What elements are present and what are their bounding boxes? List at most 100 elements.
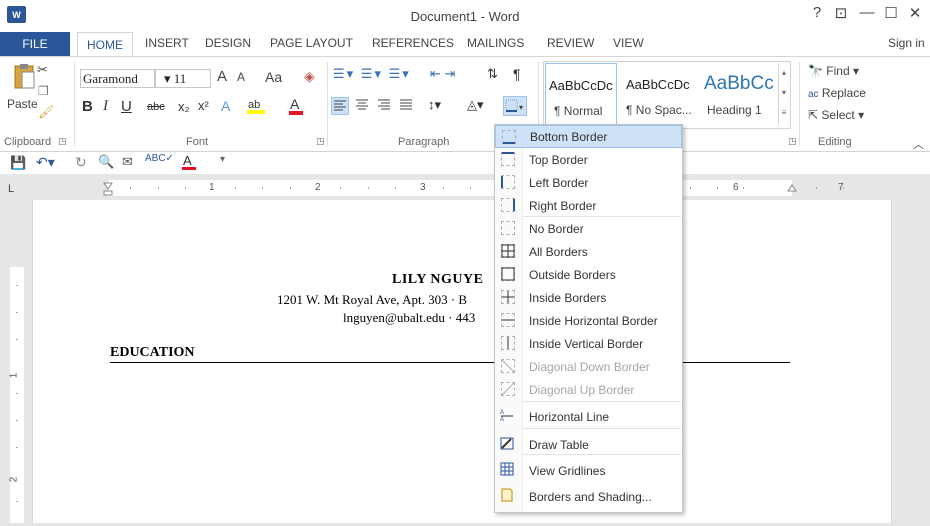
- sort-icon[interactable]: ⇅: [487, 66, 498, 82]
- help-icon[interactable]: ?: [806, 4, 828, 21]
- collapse-ribbon-icon[interactable]: ︿: [913, 136, 924, 152]
- undo-icon[interactable]: ↶▾: [36, 154, 55, 171]
- styles-launcher-icon[interactable]: ◳: [788, 136, 797, 147]
- paste-button[interactable]: Paste: [7, 97, 38, 111]
- style-no-spacing-sample: AaBbCcDc: [626, 77, 690, 92]
- group-separator: [327, 62, 328, 146]
- tab-file[interactable]: FILE: [0, 32, 70, 56]
- text-effects-icon[interactable]: A: [221, 98, 230, 114]
- text-highlight-icon[interactable]: ab: [246, 96, 266, 116]
- tab-references[interactable]: REFERENCES: [372, 36, 454, 50]
- horizontal-ruler[interactable]: [30, 180, 890, 196]
- paragraph-list-buttons[interactable]: ☰▾ ☰▾ ☰▾: [333, 66, 411, 82]
- menu-item-right-border[interactable]: Right Border: [495, 194, 682, 217]
- menu-item-top-border[interactable]: Top Border: [495, 148, 682, 171]
- menu-separator: [523, 454, 681, 455]
- redo-icon[interactable]: ↻: [75, 154, 87, 171]
- menu-item-draw-table[interactable]: Draw Table: [495, 433, 682, 456]
- style-heading-1-label: Heading 1: [707, 103, 762, 117]
- italic-button[interactable]: I: [103, 98, 108, 115]
- format-painter-icon[interactable]: 🖌: [38, 104, 55, 120]
- menu-item-horizontal-line[interactable]: A A Horizontal Line: [495, 405, 682, 428]
- align-left-button[interactable]: [331, 97, 349, 115]
- menu-item-inside-vertical-border[interactable]: Inside Vertical Border: [495, 332, 682, 355]
- menu-item-all-borders[interactable]: All Borders: [495, 240, 682, 263]
- align-right-icon[interactable]: [376, 97, 394, 115]
- find-button[interactable]: 🔭 Find ▾: [808, 64, 859, 78]
- styles-scroll[interactable]: ▴ ▾ ≡: [778, 63, 789, 125]
- customize-qat-icon[interactable]: ▾: [220, 154, 225, 165]
- subscript-icon[interactable]: x₂: [178, 99, 190, 114]
- strikethrough-button[interactable]: abc: [147, 101, 165, 113]
- editing-group-label: Editing: [818, 136, 852, 148]
- sign-in-link[interactable]: Sign in: [888, 36, 925, 50]
- vruler-number: 1: [8, 372, 20, 379]
- copy-icon[interactable]: ❐: [38, 84, 49, 98]
- select-button[interactable]: ⇱ Select ▾: [808, 108, 864, 122]
- menu-item-left-border[interactable]: Left Border: [495, 171, 682, 194]
- qat-font-color-icon[interactable]: A: [181, 152, 197, 172]
- font-name-combo[interactable]: Garamond: [80, 69, 155, 88]
- bold-button[interactable]: B: [82, 98, 93, 115]
- menu-separator: [523, 216, 681, 217]
- indent-buttons[interactable]: ⇤ ⇥: [430, 66, 455, 82]
- line-spacing-icon[interactable]: ↕▾: [428, 97, 441, 113]
- tab-home[interactable]: HOME: [77, 32, 133, 56]
- maximize-button[interactable]: ☐: [880, 4, 902, 22]
- style-heading-1-sample: AaBbCc: [704, 73, 774, 94]
- tab-mailings[interactable]: MAILINGS: [467, 36, 524, 50]
- tab-insert[interactable]: INSERT: [145, 36, 189, 50]
- borders-menu: Bottom Border Top Border Left Border Right …: [494, 124, 683, 513]
- style-normal[interactable]: AaBbCcDc ¶ Normal: [545, 63, 617, 125]
- grow-font-button[interactable]: A: [217, 68, 227, 85]
- justify-icon[interactable]: [398, 97, 416, 115]
- cut-icon[interactable]: ✂: [37, 62, 48, 78]
- find-icon: 🔭: [808, 64, 823, 78]
- menu-item-borders-and-shading[interactable]: Borders and Shading...: [495, 485, 682, 508]
- resume-name: LILY NGUYE: [392, 272, 484, 287]
- change-case-button[interactable]: Aa: [265, 69, 282, 85]
- borders-dropdown-button[interactable]: ▾: [503, 96, 527, 116]
- menu-separator: [523, 401, 681, 402]
- ribbon-display-options-icon[interactable]: ⊡: [830, 4, 852, 22]
- email-icon[interactable]: ✉: [122, 154, 133, 170]
- print-preview-icon[interactable]: 🔍: [98, 154, 114, 170]
- save-icon[interactable]: 💾: [10, 155, 26, 171]
- menu-item-inside-borders[interactable]: Inside Borders: [495, 286, 682, 309]
- font-color-icon[interactable]: A: [288, 96, 304, 116]
- tab-selector[interactable]: L: [8, 183, 14, 195]
- font-launcher-icon[interactable]: ◳: [316, 136, 325, 147]
- shading-icon[interactable]: ◬▾: [467, 97, 484, 113]
- paste-icon[interactable]: [12, 62, 38, 92]
- minimize-button[interactable]: —: [856, 4, 878, 21]
- tab-view[interactable]: VIEW: [613, 36, 644, 50]
- ruler-number: 1: [209, 182, 215, 193]
- shrink-font-button[interactable]: A: [237, 70, 245, 84]
- menu-item-no-border[interactable]: No Border: [495, 217, 682, 240]
- menu-item-outside-borders[interactable]: Outside Borders: [495, 263, 682, 286]
- menu-item-view-gridlines[interactable]: View Gridlines: [495, 459, 682, 482]
- style-no-spacing[interactable]: AaBbCcDc ¶ No Spac...: [621, 63, 697, 125]
- view-gridlines-icon: [500, 462, 515, 477]
- clear-formatting-icon[interactable]: ◈: [304, 68, 315, 85]
- replace-button[interactable]: ac Replace: [808, 86, 866, 100]
- underline-button[interactable]: U: [121, 98, 132, 115]
- superscript-icon[interactable]: x²: [198, 98, 209, 113]
- tab-review[interactable]: REVIEW: [547, 36, 594, 50]
- no-border-icon: [501, 221, 515, 235]
- close-button[interactable]: ✕: [904, 4, 926, 22]
- font-size-combo[interactable]: ▾ 11: [155, 69, 211, 88]
- left-border-icon: [501, 175, 515, 189]
- align-center-icon[interactable]: [354, 97, 372, 115]
- style-normal-label: ¶ Normal: [554, 104, 603, 118]
- tab-page-layout[interactable]: PAGE LAYOUT: [270, 36, 353, 50]
- style-heading-1[interactable]: AaBbCc Heading 1: [700, 63, 774, 125]
- inside-borders-icon: [501, 290, 515, 304]
- show-formatting-icon[interactable]: ¶: [513, 66, 521, 82]
- menu-item-inside-horizontal-border[interactable]: Inside Horizontal Border: [495, 309, 682, 332]
- menu-item-label: Draw Table: [529, 437, 589, 452]
- menu-item-bottom-border[interactable]: Bottom Border: [495, 125, 682, 148]
- tab-design[interactable]: DESIGN: [205, 36, 251, 50]
- spelling-icon[interactable]: ABC✓: [145, 153, 174, 164]
- clipboard-launcher-icon[interactable]: ◳: [58, 136, 67, 147]
